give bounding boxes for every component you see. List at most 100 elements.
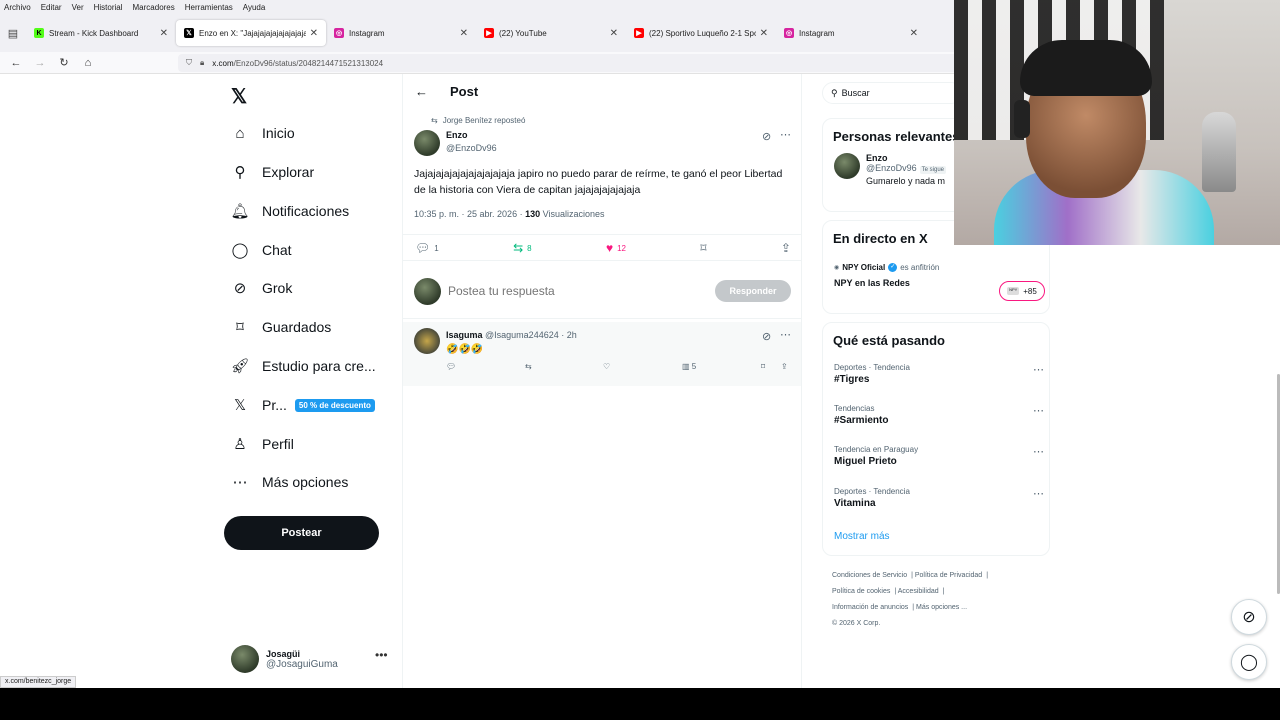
- browser-tab-active[interactable]: 𝕏 Enzo en X: "Jajajajajajajajajajajaja ✕: [176, 20, 326, 46]
- more-icon[interactable]: ⋯: [1033, 445, 1044, 458]
- nav-item-explorar[interactable]: ⚲ Explorar: [230, 157, 315, 187]
- grok-icon[interactable]: ⊘: [762, 330, 771, 343]
- menu-herramientas[interactable]: Herramientas: [185, 3, 233, 12]
- more-icon[interactable]: ⋯: [1033, 404, 1044, 417]
- more-icon[interactable]: ⋯: [1033, 487, 1044, 500]
- account-handle: @JosaguiGuma: [266, 658, 338, 670]
- live-space[interactable]: ◉ NPY Oficial ✓ es anfitrión NPY en las Red…: [834, 263, 939, 288]
- more-icon[interactable]: ⋯: [780, 328, 791, 341]
- close-icon[interactable]: ✕: [160, 28, 168, 39]
- reply-tweet[interactable]: Isaguma @Isaguma244624 · 2h ⊘ ⋯ 🤣🤣🤣 💬︎ ⇆…: [403, 322, 801, 386]
- back-arrow-icon[interactable]: ←: [415, 84, 428, 99]
- repost-icon[interactable]: ⇆: [525, 362, 532, 371]
- reply-button[interactable]: 💬︎ 1: [415, 241, 439, 255]
- nav-item-notificaciones[interactable]: 🔔︎ Notificaciones: [230, 196, 349, 226]
- youtube-icon: ▶: [634, 28, 644, 38]
- main-column: ← Post ⇆ Jorge Benítez reposteó Enzo @En…: [402, 74, 802, 688]
- tweet-time[interactable]: 10:35 p. m. · 25 abr. 2026 ·: [414, 209, 525, 219]
- views-label: Visualizaciones: [540, 209, 605, 219]
- account-switcher[interactable]: Josagüi @JosaguiGuma •••: [231, 642, 391, 676]
- nav-item-perfil[interactable]: ♙ Perfil: [230, 429, 294, 459]
- more-icon[interactable]: •••: [375, 648, 388, 662]
- menu-editar[interactable]: Editar: [41, 3, 62, 12]
- share-icon[interactable]: ⇪: [781, 362, 788, 371]
- reply-submit-button[interactable]: Responder: [715, 280, 791, 302]
- footer-link[interactable]: Política de cookies: [832, 588, 890, 595]
- nav-item-chat[interactable]: ◯ Chat: [230, 235, 292, 265]
- page-title: Post: [450, 84, 479, 99]
- nav-item-mas-opciones[interactable]: ⋯ Más opciones: [230, 467, 349, 497]
- trophy: [1202, 112, 1236, 192]
- reply-input[interactable]: [448, 284, 715, 298]
- grok-fab-button[interactable]: ⊘: [1231, 599, 1267, 635]
- like-button[interactable]: ♥ 12: [606, 241, 626, 255]
- tab-list-icon[interactable]: ▤: [0, 27, 26, 40]
- menu-ver[interactable]: Ver: [72, 3, 84, 12]
- grok-icon[interactable]: ⊘: [762, 130, 771, 143]
- close-icon[interactable]: ✕: [760, 28, 768, 39]
- footer-link[interactable]: Información de anuncios: [832, 604, 908, 611]
- person-name: Enzo: [866, 153, 888, 163]
- nav-item-premium[interactable]: 𝕏 Pr... 50 % de descuento: [230, 390, 375, 420]
- footer-link[interactable]: Más opciones ...: [916, 604, 967, 611]
- home-icon[interactable]: ⌂: [76, 57, 100, 69]
- reply-icon[interactable]: 💬︎: [446, 362, 456, 371]
- url-bar[interactable]: ⛉ 🔒︎ x.com/EnzoDv96/status/2048214471521…: [178, 54, 968, 72]
- avatar[interactable]: [414, 130, 440, 156]
- reload-icon[interactable]: ↻: [52, 56, 76, 69]
- views-icon[interactable]: ▥ 5: [682, 362, 696, 371]
- show-more-link[interactable]: Mostrar más: [834, 531, 890, 542]
- headset: [1014, 100, 1030, 138]
- search-box[interactable]: ⚲ Buscar: [822, 82, 962, 104]
- forward-icon[interactable]: →: [28, 57, 52, 69]
- menu-archivo[interactable]: Archivo: [4, 3, 31, 12]
- footer-link[interactable]: Condiciones de Servicio: [832, 572, 907, 579]
- nav-item-inicio[interactable]: ⌂ Inicio: [230, 118, 294, 148]
- bookmark-button[interactable]: ⌑: [700, 241, 706, 255]
- back-icon[interactable]: ←: [4, 57, 28, 69]
- menu-ayuda[interactable]: Ayuda: [243, 3, 266, 12]
- browser-tab[interactable]: ▶ (22) Sportivo Luqueño 2-1 Sportivo ✕: [626, 20, 776, 46]
- menu-marcadores[interactable]: Marcadores: [133, 3, 175, 12]
- url-path: /EnzoDv96/status/2048214471521313024: [233, 58, 384, 68]
- nav-item-guardados[interactable]: ⌑ Guardados: [230, 312, 331, 342]
- trend-item[interactable]: Deportes · Tendencia Vitamina ⋯: [834, 487, 1044, 509]
- reply-author[interactable]: Isaguma @Isaguma244624 · 2h: [446, 330, 577, 340]
- shield-icon[interactable]: ⛉: [186, 58, 192, 68]
- close-icon[interactable]: ✕: [460, 28, 468, 39]
- browser-tab[interactable]: ◎ Instagram ✕: [776, 20, 926, 46]
- browser-tab[interactable]: K Stream - Kick Dashboard ✕: [26, 20, 176, 46]
- trend-item[interactable]: Tendencias #Sarmiento ⋯: [834, 404, 1044, 426]
- nav-item-grok[interactable]: ⊘ Grok: [230, 273, 293, 303]
- share-button[interactable]: ⇪: [781, 241, 791, 255]
- bookmark-icon[interactable]: ⌑: [761, 362, 765, 371]
- author-name[interactable]: Enzo: [446, 130, 468, 140]
- tab-title: Enzo en X: "Jajajajajajajajajajajaja: [199, 28, 306, 38]
- repost-button[interactable]: ⇆ 8: [513, 241, 532, 255]
- nav-item-estudio[interactable]: 🚀︎ Estudio para cre...: [230, 351, 375, 381]
- browser-tab[interactable]: ▶ (22) YouTube ✕: [476, 20, 626, 46]
- trend-item[interactable]: Tendencia en Paraguay Miguel Prieto ⋯: [834, 445, 1044, 467]
- relevant-person[interactable]: Enzo @EnzoDv96 Te sigue Gumarelo y nada m: [834, 153, 947, 186]
- close-icon[interactable]: ✕: [910, 28, 918, 39]
- x-logo-icon[interactable]: 𝕏: [231, 84, 247, 109]
- repost-indicator[interactable]: ⇆ Jorge Benítez reposteó: [431, 116, 525, 125]
- live-listeners-pill[interactable]: NPY +85: [999, 281, 1045, 301]
- author-handle[interactable]: @EnzoDv96: [446, 143, 497, 153]
- more-icon[interactable]: ⋯: [780, 128, 791, 141]
- browser-tab[interactable]: ◎ Instagram ✕: [326, 20, 476, 46]
- heart-icon[interactable]: ♡: [603, 362, 610, 371]
- post-button[interactable]: Postear: [224, 516, 379, 550]
- more-icon[interactable]: ⋯: [1033, 363, 1044, 376]
- footer-link[interactable]: Accesibilidad: [898, 588, 939, 595]
- footer-link[interactable]: Política de Privacidad: [915, 572, 982, 579]
- close-icon[interactable]: ✕: [310, 28, 318, 39]
- live-show-title: NPY en las Redes: [834, 278, 910, 288]
- lock-icon[interactable]: 🔒︎: [200, 58, 204, 68]
- avatar[interactable]: [414, 328, 440, 354]
- trend-item[interactable]: Deportes · Tendencia #Tigres ⋯: [834, 363, 1044, 385]
- close-icon[interactable]: ✕: [610, 28, 618, 39]
- chat-fab-button[interactable]: ◯: [1231, 644, 1267, 680]
- bookmark-icon: ⌑: [236, 319, 244, 336]
- menu-historial[interactable]: Historial: [94, 3, 123, 12]
